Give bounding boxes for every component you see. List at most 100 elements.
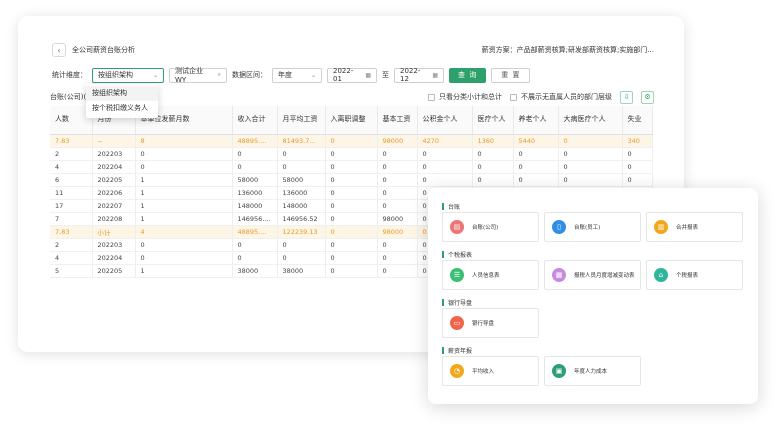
table-cell: 38000: [232, 264, 278, 278]
to-label: 至: [382, 71, 389, 79]
tile-label: 合并报表: [676, 225, 699, 231]
table-cell: 136000: [232, 186, 278, 200]
table-cell: 0: [558, 147, 623, 161]
export-icon[interactable]: ⇩: [620, 90, 633, 104]
gear-icon[interactable]: ⚙: [641, 90, 654, 104]
report-tile[interactable]: ▤ 台账(公司): [442, 212, 539, 242]
table-cell: 1360: [472, 134, 514, 148]
section-title: 台账: [442, 202, 460, 211]
table-cell: 0: [377, 238, 418, 252]
chevron-down-icon: ⌄: [152, 71, 158, 79]
column-header: 大病医疗个人: [558, 106, 623, 135]
table-cell: 0: [417, 147, 473, 161]
report-tile[interactable]: ☰ 人员信息表: [442, 260, 539, 290]
reset-button[interactable]: 重 置: [491, 67, 531, 83]
report-tile[interactable]: ▭ 银行导盘: [442, 308, 539, 338]
table-cell: 202205: [92, 264, 136, 278]
entity-select[interactable]: 测试企业WY ⌕: [169, 67, 227, 84]
table-cell: 0: [135, 238, 233, 252]
page-title: 全公司薪资台账分析: [72, 46, 135, 54]
column-header: 收入合计: [232, 106, 278, 135]
table-cell: 0: [325, 199, 378, 213]
table-cell: 0: [325, 147, 378, 161]
summary-row: 7.83 -- 8 48895.... 81493.7... 0 98000 4270 1360…: [50, 134, 653, 148]
column-header: 基本工资: [377, 106, 418, 135]
calendar-icon: ▦: [365, 71, 371, 79]
section-title: 薪资年报: [442, 346, 472, 355]
column-header: 失业: [622, 106, 653, 135]
table-cell: 8: [135, 134, 233, 148]
table-cell: 81493.7...: [277, 134, 326, 148]
report-tile[interactable]: ▥ 合并报表: [646, 212, 743, 242]
table-cell: 0: [325, 186, 378, 200]
table-cell: 48895....: [232, 134, 278, 148]
report-tile[interactable]: ◔ 平均收入: [442, 356, 539, 386]
report-tile[interactable]: ▦ 报税人员月度增减变动表: [544, 260, 641, 290]
table-cell: 0: [325, 173, 378, 187]
table-cell: 1: [135, 186, 233, 200]
table-cell: 202204: [92, 160, 136, 174]
tile-label: 个税报表: [676, 273, 699, 279]
table-cell: 148000: [232, 199, 278, 213]
table-cell: 0: [325, 212, 378, 226]
dimension-select[interactable]: 按组织架构 ⌄: [92, 67, 164, 83]
table-cell: 202204: [92, 251, 136, 265]
tile-label: 人员信息表: [472, 273, 500, 279]
table-cell: 148000: [277, 199, 326, 213]
report-tile[interactable]: ⌂ 个税报表: [646, 260, 743, 290]
table-cell: 202206: [92, 186, 136, 200]
table-cell: 0: [377, 264, 418, 278]
table-cell: 0: [277, 251, 326, 265]
table-cell: 98000: [377, 212, 418, 226]
range-type-select[interactable]: 年度 ⌄: [272, 67, 322, 83]
table-cell: 202203: [92, 238, 136, 252]
table-cell: 0: [558, 160, 623, 174]
chevron-left-icon[interactable]: ‹: [52, 43, 66, 57]
subtotal-only-checkbox[interactable]: 只看分类小计和总计: [428, 92, 502, 102]
column-header: 入离职调整: [325, 106, 378, 135]
change-table-icon: ▦: [552, 268, 566, 282]
bank-card-icon: ▭: [450, 316, 464, 330]
dropdown-option-org[interactable]: 按组织架构: [86, 86, 158, 101]
table-cell: 0: [513, 160, 559, 174]
phone-icon: ▯: [552, 220, 566, 234]
chevron-down-icon: ⌄: [310, 71, 316, 79]
report-icon: ▥: [654, 220, 668, 234]
report-tile[interactable]: ▯ 台账(员工): [544, 212, 641, 242]
table-cell: 1: [135, 264, 233, 278]
table-cell: 122239.13: [277, 225, 326, 239]
table-cell: 7.83: [50, 225, 93, 239]
table-cell: 0: [232, 147, 278, 161]
table-row: 42022040000000000: [50, 160, 653, 174]
table-cell: 38000: [277, 264, 326, 278]
table-cell: 4: [50, 160, 93, 174]
page-header: ‹ 全公司薪资台账分析 薪资方案：产品部薪资核算;研发部薪资核算;实施部门...: [52, 42, 654, 58]
table-cell: 0: [325, 160, 378, 174]
table-cell: 0: [377, 199, 418, 213]
tile-label: 平均收入: [472, 369, 495, 375]
table-cell: 202207: [92, 199, 136, 213]
report-tile[interactable]: ▣ 年度人力成本: [544, 356, 641, 386]
table-cell: 7: [50, 212, 93, 226]
search-icon: ⌕: [217, 71, 221, 78]
start-month-picker[interactable]: 2022-01 ▦: [327, 67, 377, 83]
table-cell: 0: [417, 173, 473, 187]
table-cell: 0: [417, 160, 473, 174]
table-cell: 202208: [92, 212, 136, 226]
table-cell: 7.83: [50, 134, 93, 148]
end-month-picker[interactable]: 2022-12 ▦: [394, 67, 444, 83]
query-button[interactable]: 查 询: [449, 67, 487, 83]
tile-label: 台账(员工): [574, 225, 601, 231]
person-doc-icon: ☰: [450, 268, 464, 282]
table-cell: 202203: [92, 147, 136, 161]
table-cell: 48895....: [232, 225, 278, 239]
hide-empty-dept-checkbox[interactable]: 不展示无直属人员的部门层级: [510, 92, 612, 102]
table-cell: 146956.52: [277, 212, 326, 226]
table-cell: 0: [558, 173, 623, 187]
dropdown-option-tax[interactable]: 按个税扣缴义务人: [86, 101, 158, 116]
cost-icon: ▣: [552, 364, 566, 378]
table-cell: 1: [135, 212, 233, 226]
table-cell: 0: [277, 147, 326, 161]
table-cell: 5440: [513, 134, 559, 148]
table-cell: 0: [135, 251, 233, 265]
